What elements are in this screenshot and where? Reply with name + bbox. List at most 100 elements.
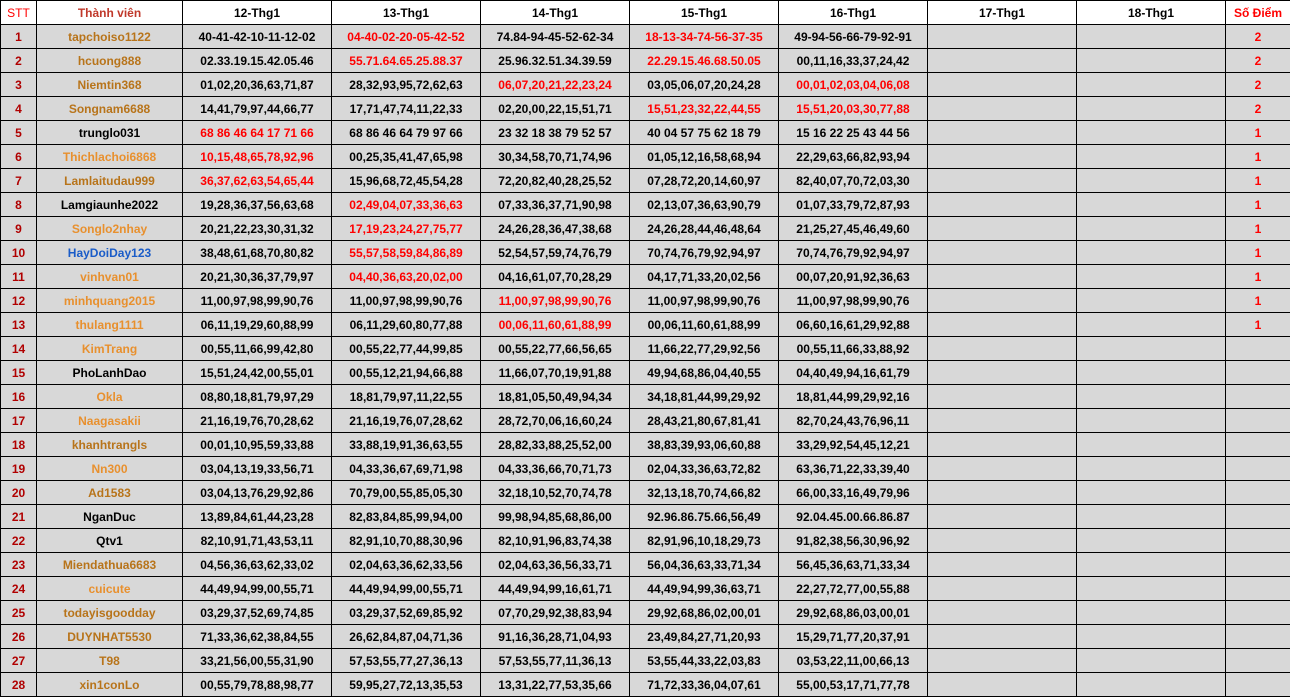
prediction-cell: 82,10,91,71,43,53,11	[182, 528, 332, 553]
empty-date-cell	[927, 168, 1077, 193]
prediction-cell: 91,82,38,56,30,96,92	[778, 528, 928, 553]
prediction-cell: 70,79,00,55,85,05,30	[331, 480, 481, 505]
empty-date-cell	[1076, 48, 1226, 73]
prediction-cell: 55.71.64.65.25.88.37	[331, 48, 481, 73]
member-name: Nn300	[36, 456, 183, 481]
prediction-cell: 82,70,24,43,76,96,11	[778, 408, 928, 433]
empty-date-cell	[927, 600, 1077, 625]
prediction-cell: 00,06,11,60,61,88,99	[629, 312, 779, 337]
empty-date-cell	[927, 288, 1077, 313]
row-number: 15	[0, 360, 37, 385]
prediction-cell: 21,16,19,76,70,28,62	[182, 408, 332, 433]
member-name: Songnam6688	[36, 96, 183, 121]
prediction-cell: 82,91,10,70,88,30,96	[331, 528, 481, 553]
empty-date-cell	[927, 336, 1077, 361]
prediction-cell: 03,53,22,11,00,66,13	[778, 648, 928, 673]
member-name: cuicute	[36, 576, 183, 601]
prediction-cell: 01,07,33,79,72,87,93	[778, 192, 928, 217]
row-number: 1	[0, 24, 37, 49]
prediction-cell: 32,18,10,52,70,74,78	[480, 480, 630, 505]
empty-date-cell	[1076, 432, 1226, 457]
prediction-cell: 24,26,28,36,47,38,68	[480, 216, 630, 241]
prediction-cell: 44,49,94,99,00,55,71	[182, 576, 332, 601]
member-name: Thichlachoi6868	[36, 144, 183, 169]
prediction-cell: 44,49,94,99,16,61,71	[480, 576, 630, 601]
table-row: 22 Qtv1 82,10,91,71,43,53,11 82,91,10,70,88…	[0, 528, 1290, 553]
empty-date-cell	[927, 216, 1077, 241]
table-body: 1 tapchoiso1122 40-41-42-10-11-12-02 04-40-…	[0, 24, 1290, 697]
score-cell	[1225, 600, 1290, 625]
member-name: Lamgiaunhe2022	[36, 192, 183, 217]
row-number: 23	[0, 552, 37, 577]
row-number: 7	[0, 168, 37, 193]
empty-date-cell	[927, 624, 1077, 649]
prediction-cell: 15,51,20,03,30,77,88	[778, 96, 928, 121]
prediction-cell: 28,43,21,80,67,81,41	[629, 408, 779, 433]
prediction-cell: 04,56,36,63,62,33,02	[182, 552, 332, 577]
empty-date-cell	[1076, 264, 1226, 289]
prediction-cell: 04,33,36,66,70,71,73	[480, 456, 630, 481]
header-date-12: 12-Thg1	[182, 0, 332, 25]
empty-date-cell	[927, 24, 1077, 49]
member-name: hcuong888	[36, 48, 183, 73]
empty-date-cell	[1076, 624, 1226, 649]
prediction-cell: 56,04,36,63,33,71,34	[629, 552, 779, 577]
member-name: thulang1111	[36, 312, 183, 337]
prediction-cell: 57,53,55,77,11,36,13	[480, 648, 630, 673]
prediction-cell: 00,55,12,21,94,66,88	[331, 360, 481, 385]
prediction-cell: 34,18,81,44,99,29,92	[629, 384, 779, 409]
empty-date-cell	[1076, 72, 1226, 97]
row-number: 12	[0, 288, 37, 313]
prediction-cell: 82,10,91,96,83,74,38	[480, 528, 630, 553]
prediction-cell: 71,33,36,62,38,84,55	[182, 624, 332, 649]
empty-date-cell	[927, 432, 1077, 457]
prediction-cell: 70,74,76,79,92,94,97	[629, 240, 779, 265]
prediction-cell: 49,94,68,86,04,40,55	[629, 360, 779, 385]
row-number: 20	[0, 480, 37, 505]
empty-date-cell	[1076, 192, 1226, 217]
table-row: 28 xin1conLo 00,55,79,78,88,98,77 59,95,27,…	[0, 672, 1290, 697]
empty-date-cell	[927, 144, 1077, 169]
empty-date-cell	[927, 648, 1077, 673]
prediction-cell: 59,95,27,72,13,35,53	[331, 672, 481, 697]
prediction-cell: 15,51,24,42,00,55,01	[182, 360, 332, 385]
row-number: 28	[0, 672, 37, 697]
header-date-13: 13-Thg1	[331, 0, 481, 25]
table-row: 8 Lamgiaunhe2022 19,28,36,37,56,63,68 02,49…	[0, 192, 1290, 217]
prediction-cell: 04-40-02-20-05-42-52	[331, 24, 481, 49]
table-row: 15 PhoLanhDao 15,51,24,42,00,55,01 00,55,12…	[0, 360, 1290, 385]
empty-date-cell	[927, 72, 1077, 97]
empty-date-cell	[927, 240, 1077, 265]
empty-date-cell	[927, 48, 1077, 73]
score-cell	[1225, 576, 1290, 601]
prediction-cell: 66,00,33,16,49,79,96	[778, 480, 928, 505]
prediction-cell: 02,04,63,36,56,33,71	[480, 552, 630, 577]
score-cell	[1225, 528, 1290, 553]
prediction-cell: 63,36,71,22,33,39,40	[778, 456, 928, 481]
empty-date-cell	[1076, 288, 1226, 313]
prediction-cell: 55,00,53,17,71,77,78	[778, 672, 928, 697]
empty-date-cell	[1076, 504, 1226, 529]
score-cell: 2	[1225, 24, 1290, 49]
table-row: 16 Okla 08,80,18,81,79,97,29 18,81,79,97,11…	[0, 384, 1290, 409]
member-name: KimTrang	[36, 336, 183, 361]
row-number: 3	[0, 72, 37, 97]
prediction-cell: 00,01,02,03,04,06,08	[778, 72, 928, 97]
table-row: 13 thulang1111 06,11,19,29,60,88,99 06,11,2…	[0, 312, 1290, 337]
row-number: 5	[0, 120, 37, 145]
row-number: 4	[0, 96, 37, 121]
prediction-cell: 44,49,94,99,00,55,71	[331, 576, 481, 601]
prediction-cell: 00,55,11,66,33,88,92	[778, 336, 928, 361]
prediction-cell: 19,28,36,37,56,63,68	[182, 192, 332, 217]
empty-date-cell	[1076, 480, 1226, 505]
prediction-cell: 40 04 57 75 62 18 79	[629, 120, 779, 145]
prediction-cell: 00,55,79,78,88,98,77	[182, 672, 332, 697]
score-cell: 1	[1225, 312, 1290, 337]
empty-date-cell	[1076, 168, 1226, 193]
table-row: 19 Nn300 03,04,13,19,33,56,71 04,33,36,67,6…	[0, 456, 1290, 481]
prediction-cell: 20,21,22,23,30,31,32	[182, 216, 332, 241]
score-cell	[1225, 504, 1290, 529]
prediction-cell: 15,96,68,72,45,54,28	[331, 168, 481, 193]
prediction-cell: 11,00,97,98,99,90,76	[778, 288, 928, 313]
prediction-cell: 92.96.86.75.66,56,49	[629, 504, 779, 529]
